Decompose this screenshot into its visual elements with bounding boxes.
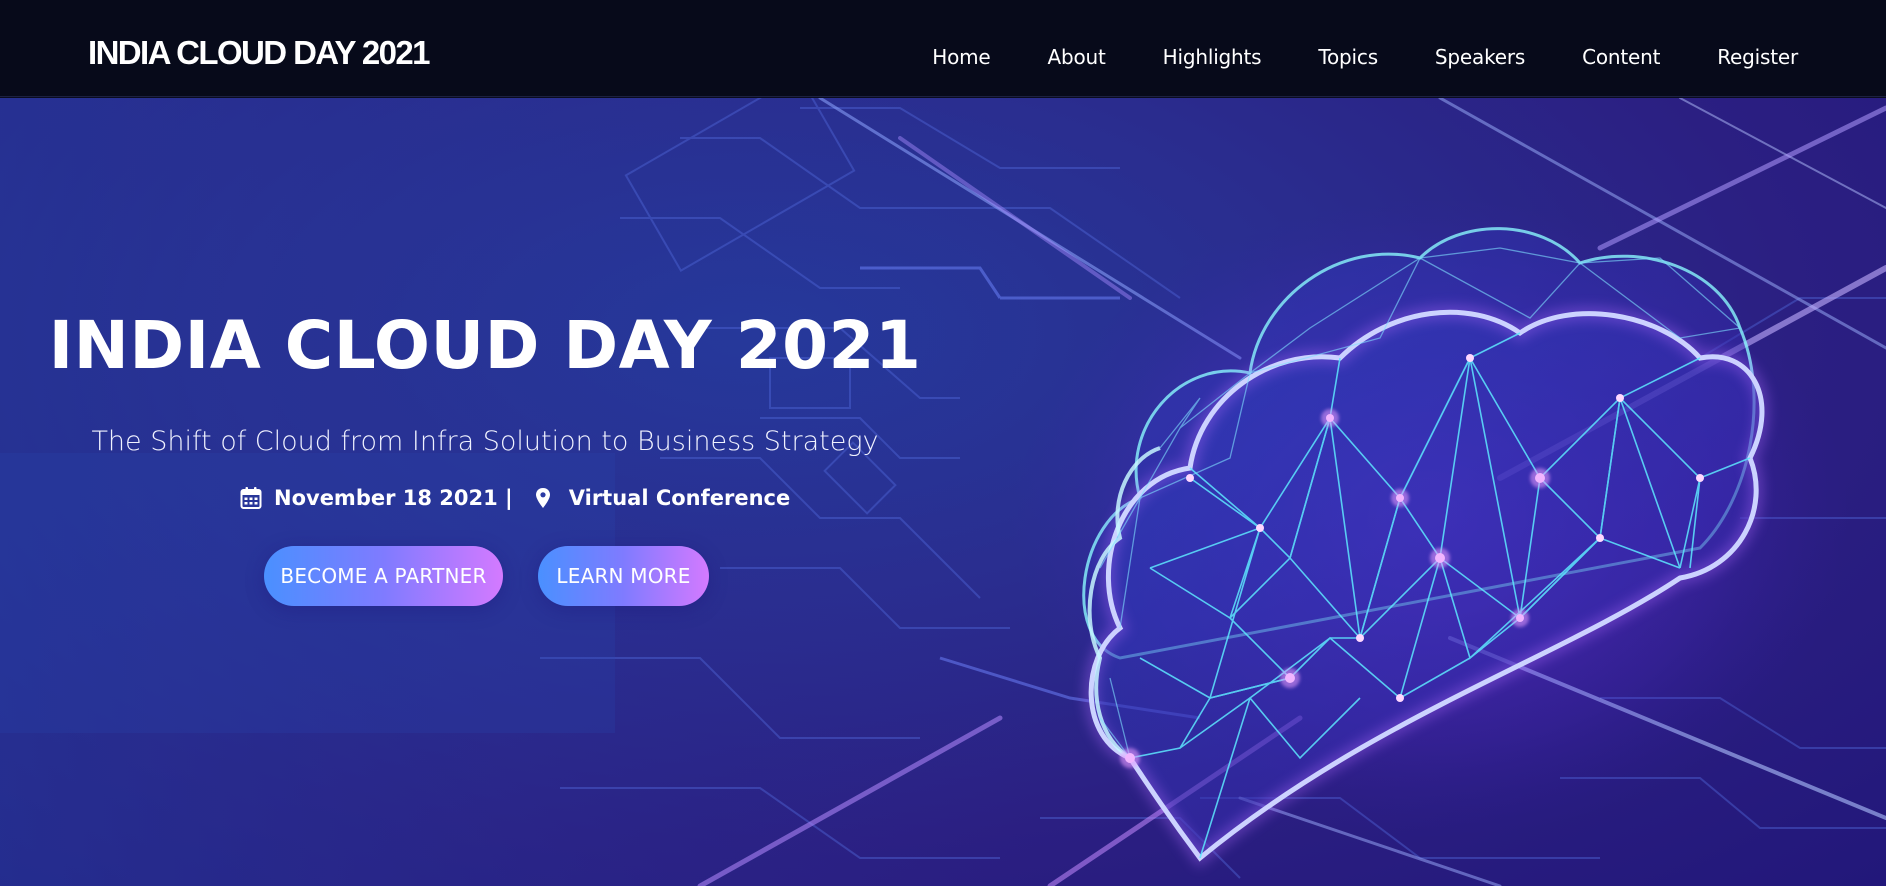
event-location: Virtual Conference: [568, 485, 791, 510]
hero-tagline: The Shift of Cloud from Infra Solution t…: [91, 426, 879, 457]
nav-about[interactable]: About: [1048, 47, 1106, 67]
nav-menu: Home About Highlights Topics Speakers Co…: [875, 47, 1798, 67]
brand-logo[interactable]: INDIA CLOUD DAY 2021: [88, 36, 431, 69]
nav-content[interactable]: Content: [1582, 47, 1660, 67]
nav-topics[interactable]: Topics: [1318, 47, 1378, 67]
learn-more-button[interactable]: LEARN MORE: [538, 546, 709, 606]
hero-content: INDIA CLOUD DAY 2021 The Shift of Cloud …: [0, 98, 980, 886]
hero-banner: INDIA CLOUD DAY 2021 The Shift of Cloud …: [0, 98, 1886, 886]
nav-speakers[interactable]: Speakers: [1435, 47, 1525, 67]
map-pin-icon: [535, 488, 550, 508]
nav-register[interactable]: Register: [1717, 47, 1798, 67]
event-date: November 18 2021 |: [274, 485, 513, 510]
nav-home[interactable]: Home: [932, 47, 990, 67]
navbar: INDIA CLOUD DAY 2021 Home About Highligh…: [0, 0, 1886, 97]
hero-title: INDIA CLOUD DAY 2021: [48, 307, 922, 384]
become-partner-button[interactable]: BECOME A PARTNER: [264, 546, 503, 606]
nav-highlights[interactable]: Highlights: [1163, 47, 1262, 67]
event-details: November 18 2021 | Virtual Conference: [240, 486, 790, 510]
calendar-icon: [240, 487, 262, 509]
